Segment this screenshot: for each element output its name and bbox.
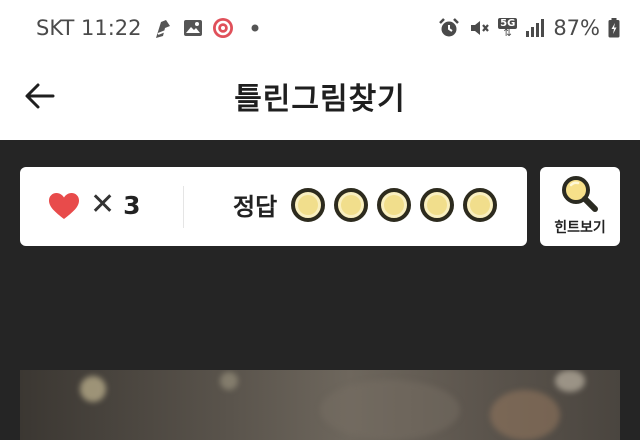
- status-bar: SKT 11:22 5G ⇅ 87%: [0, 0, 640, 56]
- lives-count: 3: [123, 191, 141, 220]
- network-5g-icon: 5G ⇅: [498, 18, 518, 39]
- hint-label: 힌트보기: [554, 220, 606, 236]
- dot-icon: [251, 24, 258, 32]
- answers-progress: 정답: [233, 187, 506, 222]
- carrier-time: SKT 11:22: [36, 16, 142, 40]
- game-area: ✕ 3 정답 힌트보기: [0, 140, 640, 440]
- heart-icon: [49, 192, 79, 219]
- battery-percent: 87%: [553, 16, 600, 40]
- page-title: 틀린그림찾기: [234, 82, 406, 117]
- times-icon: ✕: [90, 187, 116, 222]
- divider: [183, 186, 184, 228]
- data-arrows-icon: ⇅: [503, 28, 512, 39]
- app-notification-icon: [212, 18, 233, 38]
- app-bar: 틀린그림찾기: [0, 56, 640, 140]
- status-bar-right: 5G ⇅ 87%: [438, 16, 620, 40]
- status-bar-left: SKT 11:22: [36, 16, 261, 40]
- answer-slot-icon: [334, 187, 369, 222]
- bokeh-light: [320, 380, 460, 440]
- bokeh-light: [220, 372, 238, 390]
- bokeh-light: [80, 376, 106, 402]
- bokeh-light: [555, 370, 585, 392]
- puzzle-image[interactable]: [20, 370, 620, 440]
- answers-label: 정답: [233, 193, 278, 221]
- alarm-icon: [439, 18, 460, 37]
- answer-slot-icon: [377, 187, 412, 222]
- gallery-icon: [183, 20, 202, 36]
- battery-icon: [608, 18, 620, 38]
- accessibility-icon: [155, 20, 170, 38]
- magnifier-icon: [562, 176, 598, 212]
- signal-icon: [526, 19, 545, 37]
- hint-button[interactable]: 힌트보기: [540, 167, 620, 246]
- answer-slot-icon: [420, 187, 455, 222]
- lives-counter: ✕ 3: [48, 187, 141, 222]
- answer-slot-icon: [291, 187, 326, 222]
- mute-icon: [471, 21, 489, 35]
- notification-icons: [152, 16, 261, 40]
- answer-slot-icon: [463, 187, 498, 222]
- score-card: ✕ 3 정답: [20, 167, 527, 246]
- bokeh-light: [490, 390, 560, 440]
